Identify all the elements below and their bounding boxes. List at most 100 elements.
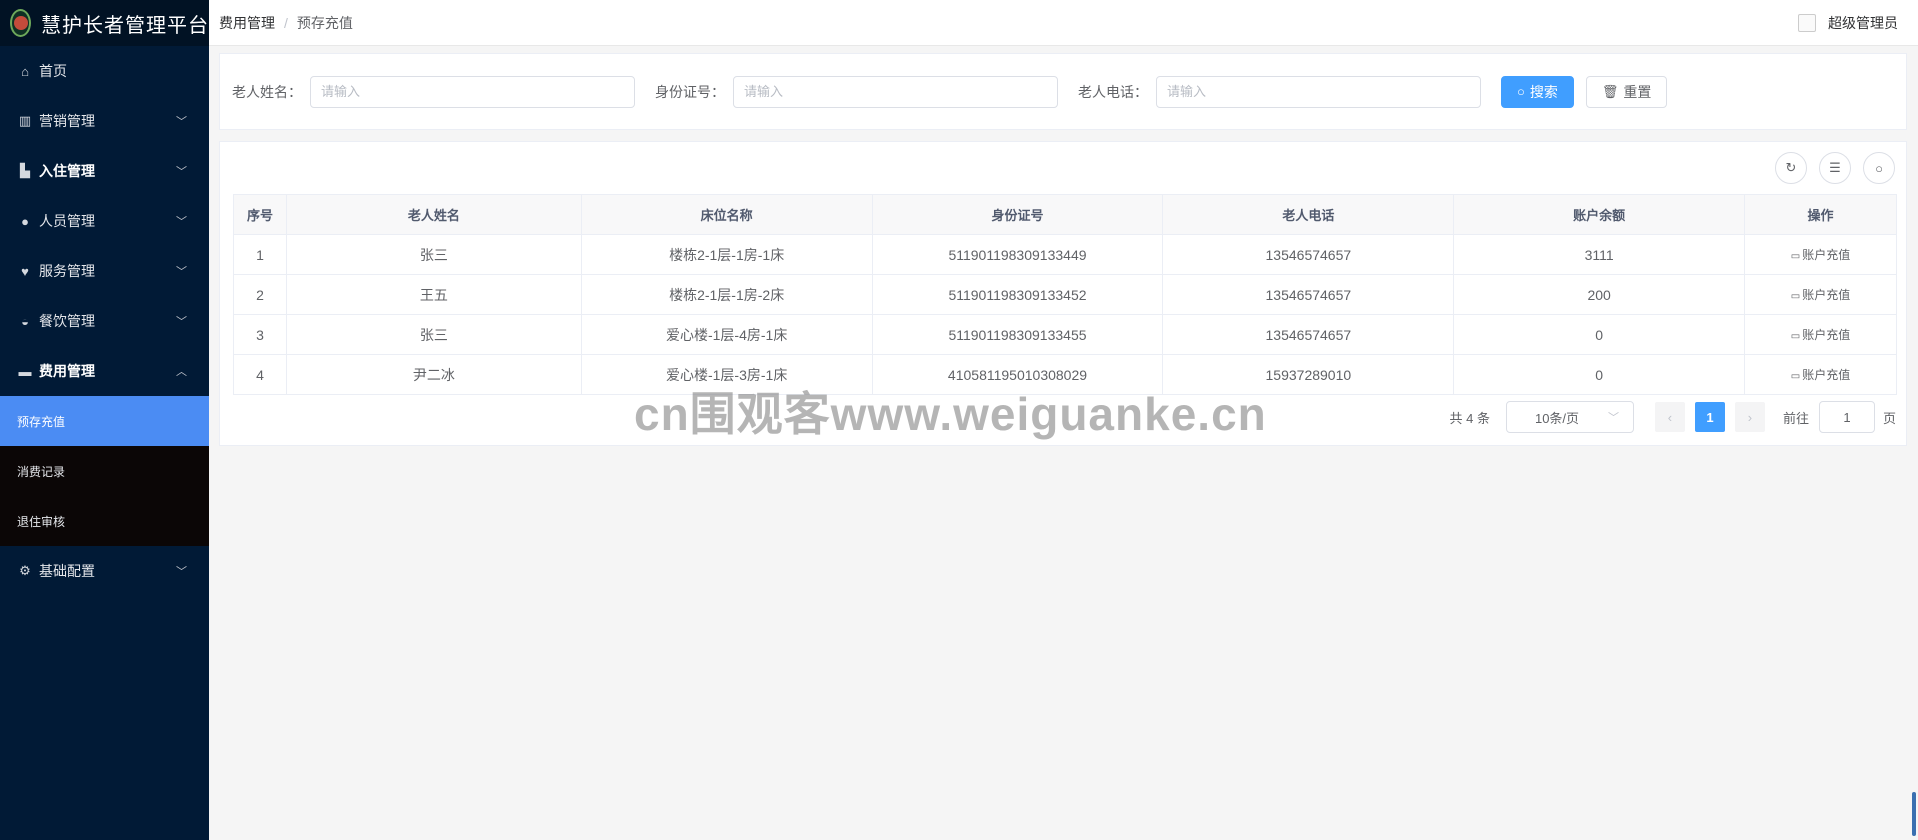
cell-id-number: 511901198309133452 [871, 274, 1164, 315]
sidebar-item-label: 人员管理 [39, 213, 95, 229]
cell-id-number: 511901198309133449 [871, 234, 1164, 275]
search-button[interactable]: ○ 搜索 [1501, 75, 1574, 108]
chart-icon: ▥ [18, 113, 32, 128]
gear-icon: ⚙ [19, 563, 31, 578]
sidebar-item-fees[interactable]: ▬ 费用管理 ︿ [0, 346, 209, 396]
recharge-link[interactable]: ▭ 账户充值 [1791, 288, 1850, 302]
page-number-button[interactable]: 1 [1694, 402, 1725, 432]
chevron-down-icon: ﹀ [176, 216, 187, 228]
field-id-number: 身份证号： [655, 75, 1058, 108]
id-number-input[interactable] [733, 75, 1058, 108]
cell-id-number: 511901198309133455 [871, 314, 1164, 355]
elder-phone-input[interactable] [1156, 75, 1481, 108]
scrollbar-handle[interactable] [1912, 792, 1916, 836]
user-name[interactable]: 超级管理员 [1828, 13, 1898, 33]
next-page-button[interactable]: › [1734, 402, 1765, 432]
col-header-bed-name: 床位名称 [580, 194, 873, 235]
sidebar-item-label: 营销管理 [39, 113, 95, 129]
table-row: 1 张三 楼栋2-1层-1房-1床 511901198309133449 135… [233, 234, 1897, 275]
sidebar-item-checkin[interactable]: ▙ 入住管理 ﹀ [0, 146, 209, 196]
cell-elder-name: 张三 [285, 314, 582, 355]
recharge-link-label: 账户充值 [1802, 288, 1851, 302]
goto-label: 前往 [1782, 410, 1809, 426]
toggle-search-button[interactable]: ○ [1863, 152, 1895, 184]
credit-card-icon: ▭ [1790, 291, 1801, 302]
sidebar-item-home[interactable]: ⌂ 首页 [0, 46, 209, 96]
recharge-link[interactable]: ▭ 账户充值 [1791, 328, 1850, 342]
sidebar-subitem-checkout-review[interactable]: 退住审核 [0, 496, 209, 546]
goto-page-input[interactable] [1818, 401, 1875, 433]
chevron-up-icon: ︿ [176, 366, 187, 378]
sidebar-subitem-prepaid-recharge[interactable]: 预存充值 [0, 396, 209, 446]
chevron-down-icon: ﹀ [176, 316, 187, 328]
table-row: 4 尹二冰 爱心楼-1层-3房-1床 410581195010308029 15… [233, 354, 1897, 395]
pagination-total: 共 4 条 [1449, 410, 1490, 426]
sidebar-item-dining[interactable]: ◒ 餐饮管理 ﹀ [0, 296, 209, 346]
sidebar-item-label: 服务管理 [39, 263, 95, 279]
breadcrumb: 费用管理 / 预存充值 [219, 13, 353, 33]
chevron-down-icon: ﹀ [1607, 412, 1619, 424]
credit-card-icon: ▭ [1790, 371, 1801, 382]
user-menu[interactable]: 超级管理员 [1798, 13, 1908, 33]
sidebar-item-staff[interactable]: ● 人员管理 ﹀ [0, 196, 209, 246]
breadcrumb-item-fees[interactable]: 费用管理 [219, 13, 275, 33]
search-icon: ○ [1517, 84, 1525, 99]
sidebar-item-marketing[interactable]: ▥ 营销管理 ﹀ [0, 96, 209, 146]
table-toolbar: ↻ ☰ ○ [1763, 152, 1895, 184]
home-icon: ⌂ [21, 63, 29, 79]
logo-icon [10, 9, 31, 37]
credit-card-icon: ▭ [1790, 251, 1801, 262]
chevron-right-icon: › [1747, 409, 1753, 425]
elder-phone-label: 老人电话： [1078, 83, 1148, 100]
user-icon: ● [21, 213, 29, 229]
cell-index: 3 [233, 314, 287, 355]
reset-button[interactable]: 🗑 重置 [1585, 75, 1668, 108]
cell-phone: 15937289010 [1162, 354, 1455, 395]
breadcrumb-separator: / [284, 14, 288, 31]
col-header-elder-phone: 老人电话 [1162, 194, 1455, 235]
cell-balance: 200 [1453, 274, 1746, 315]
col-header-id-number: 身份证号 [871, 194, 1164, 235]
refresh-icon: ↻ [1785, 160, 1797, 175]
page-jumper: 前往 页 [1783, 401, 1896, 433]
top-header: 费用管理 / 预存充值 超级管理员 [209, 0, 1918, 46]
cell-phone: 13546574657 [1162, 234, 1455, 275]
table-card: ↻ ☰ ○ 序号 老人姓名 床位名称 身份证号 老人电话 账户余额 操作 1 张… [219, 141, 1907, 446]
sidebar-item-service[interactable]: ♥ 服务管理 ﹀ [0, 246, 209, 296]
page-size-select[interactable]: 10条/页 ﹀ [1505, 401, 1634, 433]
cell-balance: 3111 [1453, 234, 1746, 275]
sidebar-item-label: 首页 [39, 63, 67, 79]
sidebar-item-basic-config[interactable]: ⚙ 基础配置 ﹀ [0, 546, 209, 596]
col-header-balance: 账户余额 [1453, 194, 1746, 235]
sidebar-item-label: 费用管理 [39, 363, 95, 379]
table-header-row: 序号 老人姓名 床位名称 身份证号 老人电话 账户余额 操作 [233, 194, 1897, 235]
col-header-actions: 操作 [1744, 194, 1897, 235]
table-row: 2 王五 楼栋2-1层-1房-2床 511901198309133452 135… [233, 274, 1897, 315]
refresh-button[interactable]: ↻ [1775, 152, 1807, 184]
cell-actions: ▭ 账户充值 [1744, 354, 1897, 395]
fees-submenu: 预存充值 消费记录 退住审核 [0, 396, 209, 546]
heart-hand-icon: ♥ [21, 263, 29, 279]
recharge-link[interactable]: ▭ 账户充值 [1791, 368, 1850, 382]
cell-elder-name: 尹二冰 [285, 354, 582, 395]
cell-actions: ▭ 账户充值 [1744, 314, 1897, 355]
chevron-down-icon: ﹀ [176, 266, 187, 278]
col-header-elder-name: 老人姓名 [285, 194, 582, 235]
recharge-link[interactable]: ▭ 账户充值 [1791, 248, 1850, 262]
prev-page-button[interactable]: ‹ [1654, 402, 1685, 432]
cell-bed-name: 爱心楼-1层-3房-1床 [580, 354, 873, 395]
cell-id-number: 410581195010308029 [871, 354, 1164, 395]
cell-elder-name: 张三 [285, 234, 582, 275]
app-logo-area[interactable]: 慧护长者管理平台 [0, 0, 209, 46]
id-number-label: 身份证号： [655, 83, 725, 100]
page-suffix: 页 [1882, 410, 1896, 426]
bowl-icon: ◒ [21, 313, 29, 329]
avatar[interactable] [1798, 13, 1816, 32]
cell-index: 1 [233, 234, 287, 275]
cell-bed-name: 楼栋2-1层-1房-2床 [580, 274, 873, 315]
app-title: 慧护长者管理平台 [41, 14, 209, 37]
search-icon: ○ [1875, 160, 1883, 176]
column-settings-button[interactable]: ☰ [1819, 152, 1851, 184]
elder-name-input[interactable] [310, 75, 635, 108]
sidebar-subitem-consumption-records[interactable]: 消费记录 [0, 446, 209, 496]
